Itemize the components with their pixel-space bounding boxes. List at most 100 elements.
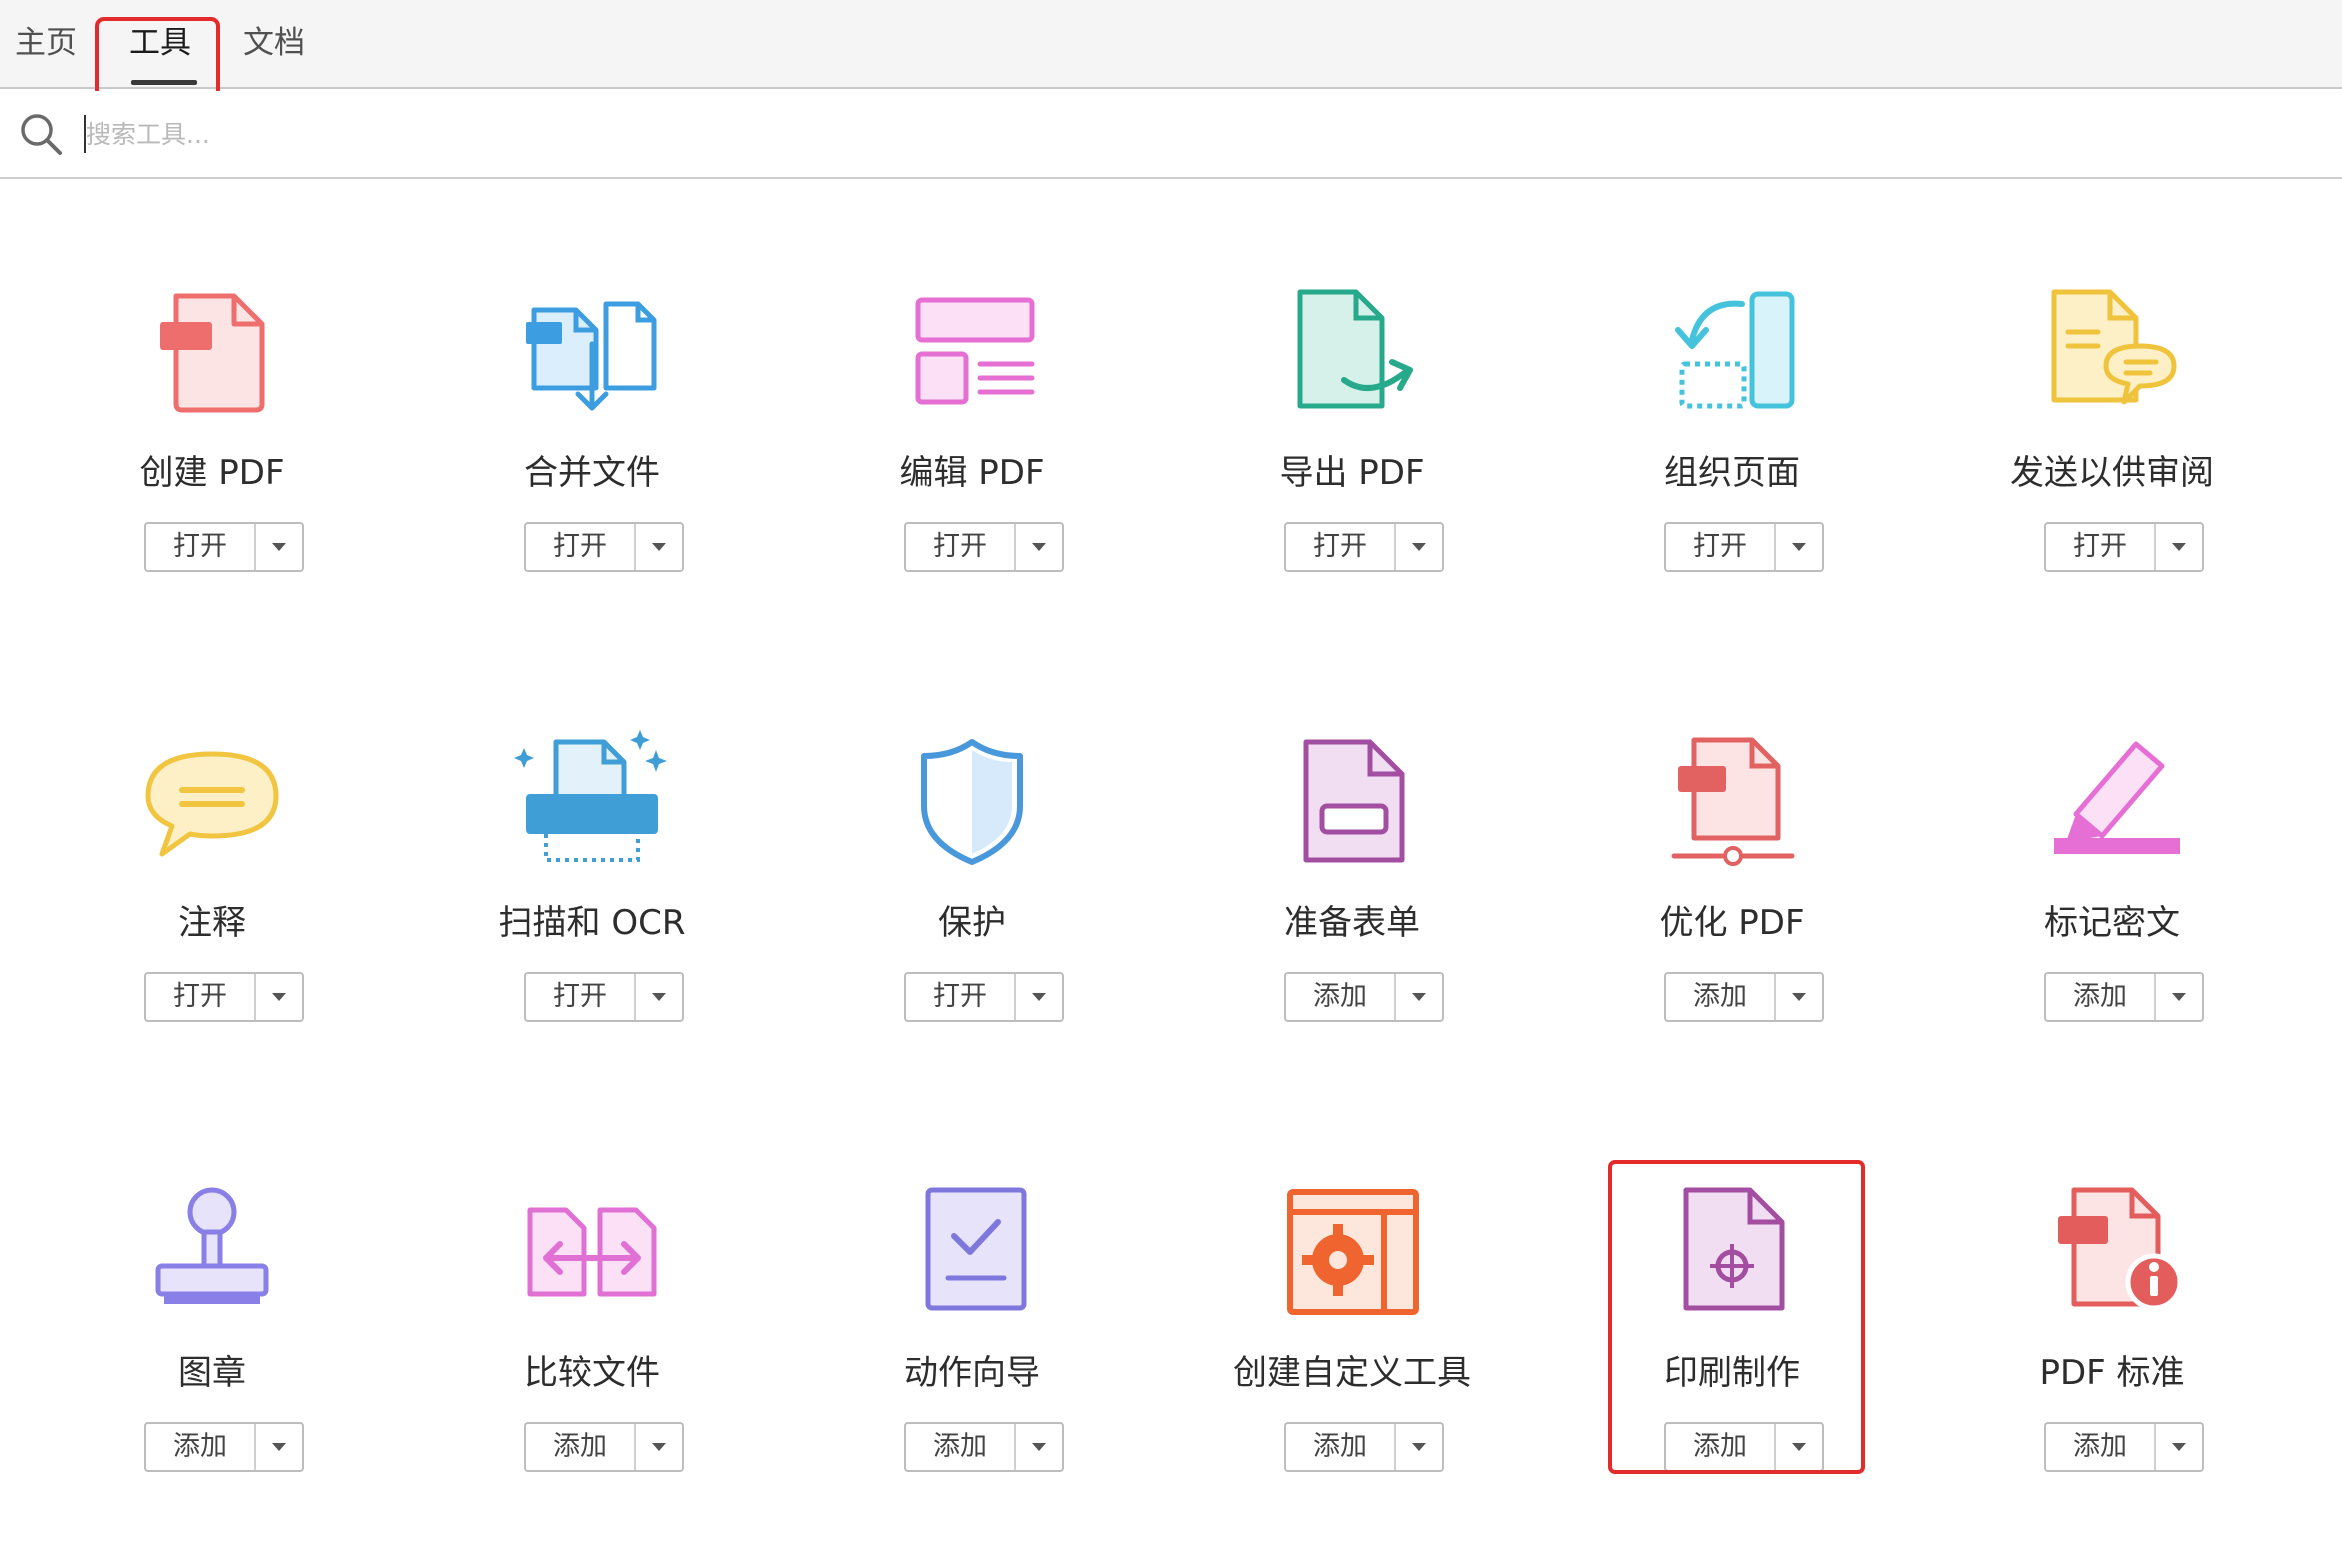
tool-action-button[interactable]: 添加 xyxy=(1664,972,1824,1022)
optimize-pdf-icon[interactable] xyxy=(1652,720,1812,880)
tool-name[interactable]: 合并文件 xyxy=(442,445,742,494)
dropdown-caret-icon[interactable] xyxy=(1016,524,1062,570)
search-input[interactable] xyxy=(86,109,1286,159)
compare-files-icon[interactable] xyxy=(512,1170,672,1330)
tool-action-label[interactable]: 打开 xyxy=(906,974,1016,1020)
tool-name[interactable]: 注释 xyxy=(62,895,362,944)
tool-card[interactable]: 编辑 PDF 打开 xyxy=(822,270,1122,590)
export-pdf-icon[interactable] xyxy=(1272,270,1432,430)
tool-card[interactable]: 印刷制作添加 xyxy=(1582,1170,1882,1490)
tool-name[interactable]: 优化 PDF xyxy=(1582,895,1882,944)
send-for-review-icon[interactable] xyxy=(2032,270,2192,430)
tool-action-label[interactable]: 打开 xyxy=(526,974,636,1020)
tool-name[interactable]: 印刷制作 xyxy=(1582,1345,1882,1394)
tool-action-label[interactable]: 打开 xyxy=(2046,524,2156,570)
tool-action-button[interactable]: 打开 xyxy=(904,522,1064,572)
dropdown-caret-icon[interactable] xyxy=(636,524,682,570)
tool-card[interactable]: 图章 添加 xyxy=(62,1170,362,1490)
tool-action-button[interactable]: 打开 xyxy=(144,522,304,572)
tool-card[interactable]: 创建自定义工具添加 xyxy=(1202,1170,1502,1490)
tool-name[interactable]: 比较文件 xyxy=(442,1345,742,1394)
tool-action-button[interactable]: 打开 xyxy=(1284,522,1444,572)
tool-action-button[interactable]: 添加 xyxy=(524,1422,684,1472)
tool-action-label[interactable]: 添加 xyxy=(146,1424,256,1470)
dropdown-caret-icon[interactable] xyxy=(2156,1424,2202,1470)
dropdown-caret-icon[interactable] xyxy=(1776,974,1822,1020)
tool-action-label[interactable]: 打开 xyxy=(1286,524,1396,570)
tool-name[interactable]: 创建自定义工具 xyxy=(1202,1345,1502,1394)
print-production-icon[interactable] xyxy=(1652,1170,1812,1330)
prepare-form-icon[interactable] xyxy=(1272,720,1432,880)
tool-action-button[interactable]: 打开 xyxy=(144,972,304,1022)
tool-card[interactable]: 注释打开 xyxy=(62,720,362,1040)
dropdown-caret-icon[interactable] xyxy=(1396,524,1442,570)
tool-action-button[interactable]: 打开 xyxy=(2044,522,2204,572)
tool-card[interactable]: PDF 标准 添加 xyxy=(1962,1170,2262,1490)
edit-pdf-icon[interactable] xyxy=(892,270,1052,430)
tool-action-label[interactable]: 添加 xyxy=(906,1424,1016,1470)
tool-action-button[interactable]: 打开 xyxy=(524,522,684,572)
tool-action-label[interactable]: 添加 xyxy=(1286,1424,1396,1470)
tool-action-button[interactable]: 打开 xyxy=(1664,522,1824,572)
tool-card[interactable]: 发送以供审阅打开 xyxy=(1962,270,2262,590)
tool-action-label[interactable]: 添加 xyxy=(1666,1424,1776,1470)
dropdown-caret-icon[interactable] xyxy=(1396,974,1442,1020)
tool-action-label[interactable]: 添加 xyxy=(1286,974,1396,1020)
redact-icon[interactable] xyxy=(2032,720,2192,880)
tool-action-button[interactable]: 添加 xyxy=(144,1422,304,1472)
tool-card[interactable]: 保护打开 xyxy=(822,720,1122,1040)
tool-card[interactable]: 合并文件打开 xyxy=(442,270,742,590)
tool-card[interactable]: 比较文件添加 xyxy=(442,1170,742,1490)
tool-action-button[interactable]: 打开 xyxy=(904,972,1064,1022)
tool-action-label[interactable]: 添加 xyxy=(1666,974,1776,1020)
dropdown-caret-icon[interactable] xyxy=(256,1424,302,1470)
scan-ocr-icon[interactable] xyxy=(512,720,672,880)
combine-files-icon[interactable] xyxy=(512,270,672,430)
tab-tools[interactable]: 工具 xyxy=(128,0,192,89)
dropdown-caret-icon[interactable] xyxy=(1396,1424,1442,1470)
tool-action-label[interactable]: 添加 xyxy=(2046,974,2156,1020)
stamp-icon[interactable] xyxy=(132,1170,292,1330)
tool-name[interactable]: 标记密文 xyxy=(1962,895,2262,944)
tool-action-button[interactable]: 添加 xyxy=(2044,972,2204,1022)
tool-action-label[interactable]: 打开 xyxy=(906,524,1016,570)
tab-home[interactable]: 主页 xyxy=(14,0,78,89)
comment-icon[interactable] xyxy=(132,720,292,880)
tool-name[interactable]: 创建 PDF xyxy=(62,445,362,494)
action-wizard-icon[interactable] xyxy=(892,1170,1052,1330)
dropdown-caret-icon[interactable] xyxy=(636,1424,682,1470)
tool-name[interactable]: 组织页面 xyxy=(1582,445,1882,494)
tool-action-button[interactable]: 添加 xyxy=(904,1422,1064,1472)
search-icon[interactable] xyxy=(18,111,64,157)
dropdown-caret-icon[interactable] xyxy=(1016,974,1062,1020)
dropdown-caret-icon[interactable] xyxy=(2156,524,2202,570)
tool-name[interactable]: 扫描和 OCR xyxy=(442,895,742,944)
organize-pages-icon[interactable] xyxy=(1652,270,1812,430)
tool-name[interactable]: 准备表单 xyxy=(1202,895,1502,944)
tool-card[interactable]: 标记密文添加 xyxy=(1962,720,2262,1040)
tool-action-label[interactable]: 打开 xyxy=(146,524,256,570)
dropdown-caret-icon[interactable] xyxy=(1776,524,1822,570)
dropdown-caret-icon[interactable] xyxy=(1776,1424,1822,1470)
tool-action-button[interactable]: 添加 xyxy=(2044,1422,2204,1472)
tool-card[interactable]: 组织页面打开 xyxy=(1582,270,1882,590)
tool-action-label[interactable]: 打开 xyxy=(526,524,636,570)
protect-icon[interactable] xyxy=(892,720,1052,880)
tool-action-button[interactable]: 添加 xyxy=(1284,972,1444,1022)
tool-action-button[interactable]: 打开 xyxy=(524,972,684,1022)
dropdown-caret-icon[interactable] xyxy=(256,974,302,1020)
tool-card[interactable]: 扫描和 OCR 打开 xyxy=(442,720,742,1040)
tool-name[interactable]: 保护 xyxy=(822,895,1122,944)
tool-card[interactable]: 准备表单添加 xyxy=(1202,720,1502,1040)
dropdown-caret-icon[interactable] xyxy=(2156,974,2202,1020)
tool-name[interactable]: 发送以供审阅 xyxy=(1962,445,2262,494)
tool-card[interactable]: 动作向导添加 xyxy=(822,1170,1122,1490)
dropdown-caret-icon[interactable] xyxy=(256,524,302,570)
tool-name[interactable]: 导出 PDF xyxy=(1202,445,1502,494)
create-pdf-icon[interactable] xyxy=(132,270,292,430)
tool-action-label[interactable]: 打开 xyxy=(146,974,256,1020)
tool-action-button[interactable]: 添加 xyxy=(1664,1422,1824,1472)
tool-name[interactable]: 动作向导 xyxy=(822,1345,1122,1394)
dropdown-caret-icon[interactable] xyxy=(1016,1424,1062,1470)
tool-action-label[interactable]: 添加 xyxy=(2046,1424,2156,1470)
